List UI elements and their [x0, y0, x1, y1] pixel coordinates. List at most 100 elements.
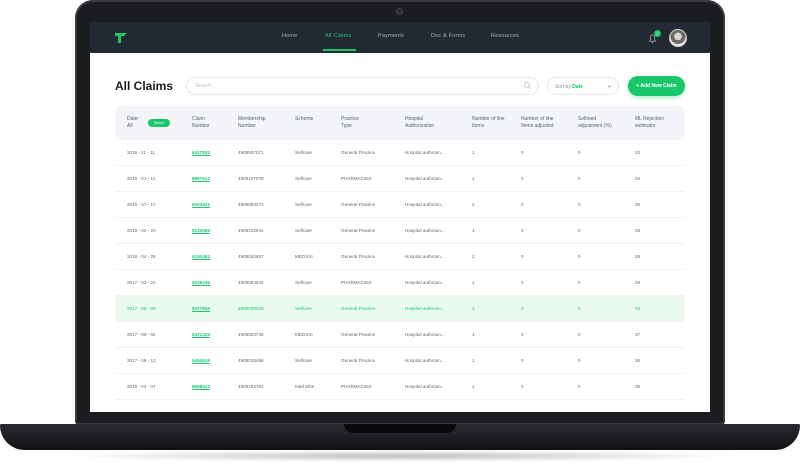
nav-all-claims[interactable]: All Claims — [325, 33, 351, 39]
cell-line-items-adjusted: 0 — [521, 358, 524, 363]
cell-line-items-adjusted: 0 — [521, 306, 524, 311]
cell-line-items-adjusted: 0 — [521, 202, 524, 207]
cell-date: 2015 - 11 - 11 — [127, 150, 155, 155]
cell-scheme: MEDXXI — [295, 332, 313, 337]
cell-date: 2016 - 07 - 17 — [127, 202, 156, 207]
active-tab-indicator — [323, 49, 356, 51]
cell-claim-number[interactable]: 5494516 — [192, 358, 210, 363]
cell-sellmed-adjustment: 0 — [578, 358, 581, 363]
cell-claim-number[interactable]: 5471426 — [192, 332, 210, 337]
cell-line-items: 2 — [472, 202, 475, 207]
column-header-line-items-adjusted: Number of line Items adjusted — [521, 116, 554, 129]
search-input[interactable] — [195, 81, 515, 91]
cell-date: 2018 - 04 - 07 — [127, 384, 156, 389]
cell-line-items-adjusted: 0 — [521, 332, 524, 337]
cell-ml-rejection: 22 — [635, 150, 641, 155]
avatar[interactable] — [669, 29, 687, 47]
column-header-ml-rejection: ML Rejection estimator — [635, 116, 664, 129]
cell-line-items: 1 — [472, 384, 475, 389]
cell-practice-type: General Practice — [341, 332, 376, 337]
table-row[interactable]: 2018 - 04 - 07 5558313 4909183763 Med Elite… — [115, 374, 685, 400]
cell-membership-number: 4909038349 — [238, 306, 264, 311]
column-header-claim-number: Claim Number — [192, 116, 210, 129]
cell-claim-number[interactable]: 5132565 — [192, 228, 210, 233]
cell-hospital-authorization: Hospital authroso... — [405, 280, 445, 285]
cell-sellmed-adjustment: 0 — [578, 306, 581, 311]
cell-ml-rejection: 33 — [635, 228, 641, 233]
cell-line-items: 1 — [472, 358, 475, 363]
page-title: All Claims — [115, 79, 174, 93]
cell-hospital-authorization: Hospital authroso... — [405, 202, 445, 207]
cell-hospital-authorization: Hospital authroso... — [405, 254, 445, 259]
search-icon[interactable] — [523, 81, 532, 90]
sort-dropdown[interactable]: Sort by Date — [547, 77, 619, 95]
cell-sellmed-adjustment: 0 — [578, 228, 581, 233]
cell-scheme: MEDXXI — [295, 254, 313, 259]
nav-home[interactable]: Home — [282, 33, 297, 39]
column-header-hospital-authorization: Hospital Authorization — [405, 116, 435, 129]
cell-claim-number[interactable]: 5558313 — [192, 384, 210, 389]
table-row[interactable]: 2016 - 07 - 17 6063421 4909083272 Selfcare G… — [115, 192, 685, 218]
cell-hospital-authorization: Hospital authroso... — [405, 306, 445, 311]
cell-membership-number: 4909107078 — [238, 176, 264, 181]
date-select-button[interactable]: Select — [148, 119, 170, 127]
cell-line-items-adjusted: 0 — [521, 150, 524, 155]
cell-claim-number[interactable]: 6897512 — [192, 176, 210, 181]
cell-ml-rejection: 35 — [635, 384, 641, 389]
cell-sellmed-adjustment: 0 — [578, 150, 581, 155]
column-header-line-items: Number of line Items — [472, 116, 505, 129]
table-header: Select Date: All Claim Number Membership N… — [115, 106, 685, 140]
cell-practice-type: General Practice — [341, 358, 376, 363]
cell-line-items: 1 — [472, 228, 475, 233]
column-header-membership-number: Membership Number — [238, 116, 266, 129]
cell-claim-number[interactable]: 6317532 — [192, 150, 210, 155]
table-row[interactable]: 2017 - 08 - 02 5471426 4909083745 MEDXXI Gen… — [115, 322, 685, 348]
nav-docs-forms[interactable]: Doc & Forms — [431, 33, 465, 39]
cell-ml-rejection: 34 — [635, 306, 641, 311]
table-row[interactable]: 2017 - 08 - 09 5377532 4909038349 Selfcare G… — [115, 296, 685, 322]
cell-line-items-adjusted: 0 — [521, 254, 524, 259]
cell-claim-number[interactable]: 5228246 — [192, 280, 210, 285]
app-screen: Home All Claims Payments Doc & Forms Res… — [90, 22, 710, 412]
cell-claim-number[interactable]: 6063421 — [192, 202, 210, 207]
cell-hospital-authorization: Hospital authroso... — [405, 332, 445, 337]
cell-sellmed-adjustment: 0 — [578, 332, 581, 337]
table-row[interactable]: 2017 - 03 - 22 5228246 4909083642 Selfcare P… — [115, 270, 685, 296]
cell-line-items: 1 — [472, 280, 475, 285]
cell-scheme: Selfcare — [295, 280, 312, 285]
chevron-down-icon — [607, 85, 612, 88]
cell-scheme: Selfcare — [295, 306, 312, 311]
cell-claim-number[interactable]: 5377532 — [192, 306, 210, 311]
add-new-claim-button[interactable]: + Add New Claim — [628, 76, 685, 96]
column-header-practice-type: Practice Type — [341, 116, 360, 129]
cell-date: 2017 - 08 - 09 — [127, 306, 156, 311]
table-row[interactable]: 2016 - 04 - 28 5194462 4909062867 MEDXXI Gen… — [115, 244, 685, 270]
webcam — [396, 8, 403, 15]
cell-sellmed-adjustment: 0 — [578, 176, 581, 181]
cell-membership-number: 4909062867 — [238, 254, 264, 259]
cell-ml-rejection: 29 — [635, 280, 641, 285]
table-row[interactable]: 2015 - 11 - 11 6317532 4909507071 Selfcare G… — [115, 140, 685, 166]
nav-resources[interactable]: Resources — [491, 33, 519, 39]
table-row[interactable]: 2016 - 01 - 11 6897512 4909107078 Selfcare P… — [115, 166, 685, 192]
table-row[interactable]: 2016 - 02 - 23 5132565 4909102944 Selfcare G… — [115, 218, 685, 244]
sort-value: Date — [572, 84, 584, 90]
cell-line-items: 1 — [472, 150, 475, 155]
cell-line-items: 1 — [472, 306, 475, 311]
table-row[interactable]: 2017 - 09 - 13 5494516 4909028468 Selfcare G… — [115, 348, 685, 374]
cell-date: 2017 - 08 - 02 — [127, 332, 156, 337]
top-navbar: Home All Claims Payments Doc & Forms Res… — [90, 22, 710, 53]
column-header-scheme: Scheme — [295, 116, 314, 122]
cell-scheme: Selfcare — [295, 176, 312, 181]
nav-payments[interactable]: Payments — [378, 33, 404, 39]
cell-membership-number: 4909183763 — [238, 384, 264, 389]
app-logo-icon[interactable] — [114, 31, 128, 45]
cell-membership-number: 4909507071 — [238, 150, 264, 155]
cell-line-items: 2 — [472, 254, 475, 259]
cell-membership-number: 4909083745 — [238, 332, 264, 337]
cell-ml-rejection: 36 — [635, 358, 641, 363]
cell-membership-number: 4909028468 — [238, 358, 264, 363]
cell-hospital-authorization: Hospital authroso... — [405, 150, 445, 155]
cell-claim-number[interactable]: 5194462 — [192, 254, 210, 259]
laptop-shadow — [60, 450, 740, 462]
